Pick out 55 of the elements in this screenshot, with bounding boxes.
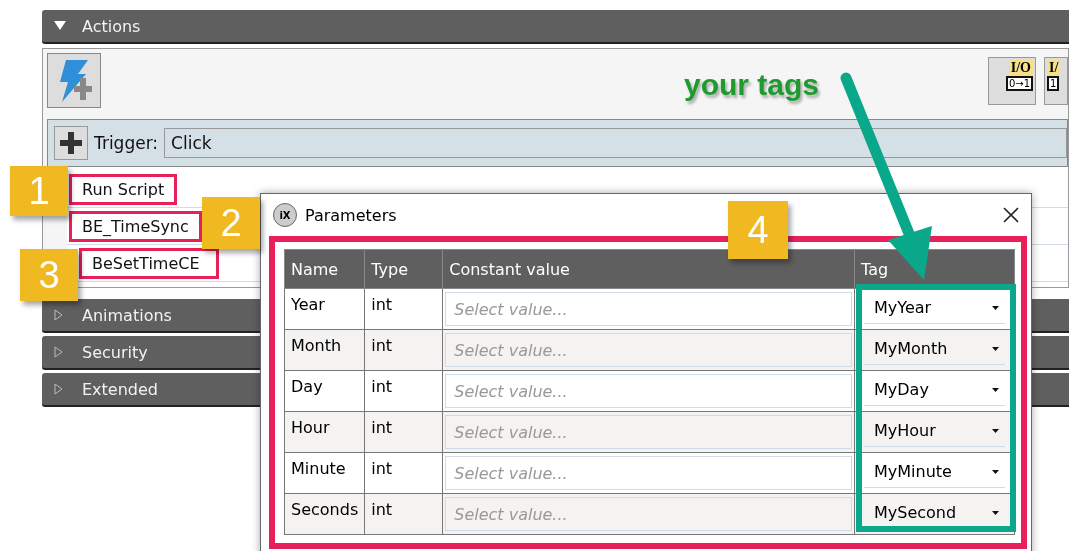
io-tag-button[interactable]: I/ 1 — [1044, 57, 1068, 105]
plus-icon — [60, 132, 82, 154]
action-item[interactable]: BE_TimeSync — [69, 210, 202, 242]
section-title: Extended — [82, 379, 158, 399]
table-cell: Day — [284, 370, 365, 412]
table-cell: Month — [284, 329, 365, 371]
constant-value-field[interactable]: Select value... — [445, 292, 852, 326]
action-item[interactable]: Run Script — [69, 173, 178, 205]
dialog-title: Parameters — [305, 205, 398, 225]
collapsed-triangle-icon — [54, 383, 63, 395]
action-item[interactable]: BeSetTimeCE — [79, 247, 219, 279]
section-title: Actions — [82, 16, 141, 36]
caret-icon — [992, 346, 999, 351]
callout-number: 4 — [728, 201, 788, 259]
table-cell: int — [364, 411, 443, 453]
caret-icon — [992, 510, 999, 515]
table-cell: int — [364, 370, 443, 412]
section-title: Security — [82, 342, 148, 362]
caret-icon — [992, 428, 999, 433]
expanded-triangle-icon — [54, 21, 66, 31]
table-cell: int — [364, 493, 443, 535]
section-title: Animations — [82, 305, 172, 325]
constant-value-field[interactable]: Select value... — [445, 415, 852, 449]
annotation-note: your tags — [684, 68, 820, 102]
add-trigger-button[interactable] — [54, 126, 88, 160]
app-logo-icon: iX — [273, 203, 297, 227]
close-icon — [1003, 207, 1019, 223]
caret-icon — [992, 387, 999, 392]
table-cell: Minute — [284, 452, 365, 494]
table-cell: Hour — [284, 411, 365, 453]
collapsed-triangle-icon — [54, 309, 63, 321]
table-cell: int — [364, 288, 443, 330]
io-tag-button[interactable]: I/O 0→1 — [988, 57, 1036, 105]
constant-value-field[interactable]: Select value... — [445, 456, 852, 490]
constant-value-field[interactable]: Select value... — [445, 497, 852, 531]
close-button[interactable] — [1001, 205, 1021, 225]
column-header: Constant value — [442, 249, 855, 289]
table-cell: Year — [284, 288, 365, 330]
column-header: Name — [284, 249, 365, 289]
add-action-button[interactable] — [47, 53, 101, 108]
column-header: Type — [364, 249, 443, 289]
constant-value-field[interactable]: Select value... — [445, 333, 852, 367]
callout-number: 2 — [202, 197, 260, 249]
callout-number: 1 — [10, 166, 68, 216]
caret-icon — [992, 469, 999, 474]
table-cell: int — [364, 329, 443, 371]
constant-value-field[interactable]: Select value... — [445, 374, 852, 408]
trigger-field[interactable]: Click — [164, 128, 1067, 158]
collapsed-triangle-icon — [54, 346, 63, 358]
table-cell: Seconds — [284, 493, 365, 535]
table-cell: int — [364, 452, 443, 494]
section-header[interactable]: Actions — [42, 10, 1069, 44]
caret-icon — [992, 305, 999, 310]
trigger-label: Trigger: — [94, 133, 159, 153]
callout-number: 3 — [20, 249, 78, 301]
